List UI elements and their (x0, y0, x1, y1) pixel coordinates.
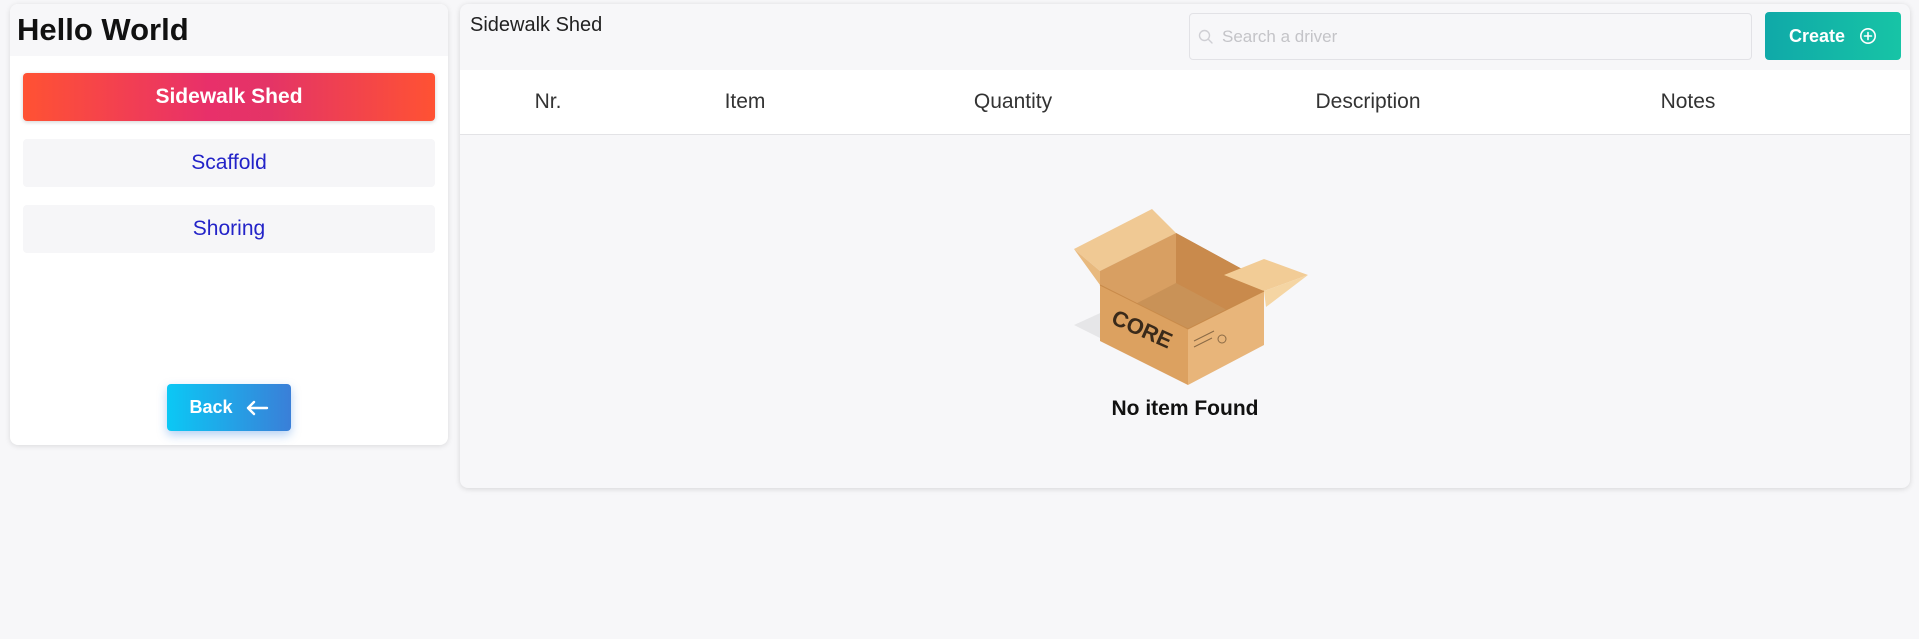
sidebar-item-shoring[interactable]: Shoring (23, 205, 435, 253)
back-button-label: Back (189, 397, 233, 417)
main-header: Sidewalk Shed Create (460, 4, 1910, 70)
sidebar-item-sidewalk-shed[interactable]: Sidewalk Shed (23, 73, 435, 121)
create-button-label: Create (1788, 25, 1846, 46)
column-header-item[interactable]: Item (725, 70, 766, 134)
empty-state: CORE No item Found (460, 135, 1910, 488)
sidebar-item-label: Sidewalk Shed (155, 85, 303, 108)
back-button[interactable]: Back (167, 384, 291, 431)
plus-circle-icon (1859, 27, 1877, 45)
column-header-notes[interactable]: Notes (1661, 70, 1716, 134)
table-header: Nr. Item Quantity Description Notes (460, 70, 1910, 135)
sidebar-panel: Hello World Sidewalk Shed Scaffold Shori… (10, 4, 448, 445)
search-icon (1198, 29, 1214, 45)
create-button[interactable]: Create (1765, 12, 1901, 60)
column-header-quantity[interactable]: Quantity (974, 70, 1052, 134)
main-panel: Sidewalk Shed Create Nr. Item (460, 4, 1910, 488)
sidebar-header: Hello World (10, 4, 448, 56)
app-title: Hello World (17, 12, 189, 47)
search-input[interactable] (1220, 25, 1751, 48)
sidebar-item-scaffold[interactable]: Scaffold (23, 139, 435, 187)
search-box (1189, 13, 1752, 60)
empty-message: No item Found (1111, 397, 1259, 420)
empty-box-icon: CORE (1064, 195, 1314, 385)
page-title: Sidewalk Shed (470, 14, 603, 36)
column-header-nr[interactable]: Nr. (535, 70, 562, 134)
sidebar-item-label: Shoring (192, 217, 266, 240)
arrow-left-icon (245, 400, 269, 416)
sidebar-item-label: Scaffold (191, 151, 267, 174)
sidebar-menu: Sidewalk Shed Scaffold Shoring (10, 56, 448, 253)
column-header-description[interactable]: Description (1315, 70, 1420, 134)
